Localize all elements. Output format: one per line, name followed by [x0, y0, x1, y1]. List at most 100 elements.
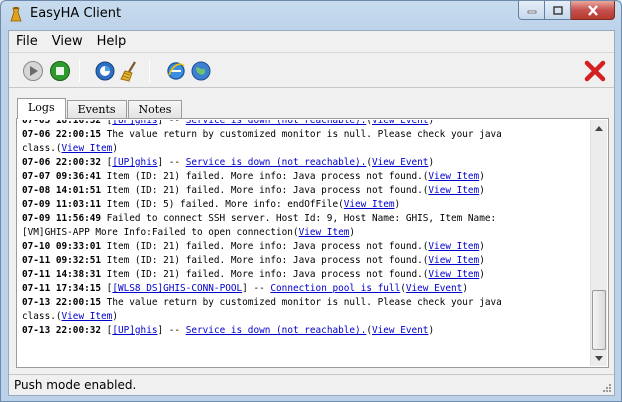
arrow-down-icon: [595, 355, 603, 361]
log-link[interactable]: View Event: [372, 157, 428, 168]
globe-icon: [191, 61, 211, 81]
app-logo-icon: [10, 7, 22, 22]
log-timestamp: 07-11 14:38:31: [22, 269, 102, 280]
log-text: ): [112, 143, 118, 154]
log-content: 07-03 18:16:32 [[UP]ghis] -- Service is …: [22, 120, 587, 338]
vertical-scrollbar[interactable]: [590, 120, 607, 366]
log-line: 07-11 14:38:31 Item (ID: 21) failed. Mor…: [22, 268, 587, 282]
log-timestamp: 07-09 11:56:49: [22, 213, 102, 224]
log-list: 07-03 18:16:32 [[UP]ghis] -- Service is …: [22, 120, 587, 360]
log-link[interactable]: View Item: [62, 143, 113, 154]
log-link[interactable]: View Item: [428, 185, 479, 196]
minimize-icon: [527, 10, 536, 14]
log-line: 07-09 11:56:49 Failed to connect SSH ser…: [22, 212, 587, 226]
scroll-up-button[interactable]: [591, 120, 607, 136]
tab-strip: Logs Events Notes: [17, 98, 183, 119]
scroll-down-button[interactable]: [591, 350, 607, 366]
log-link[interactable]: [UP]ghis: [112, 325, 157, 336]
exit-button[interactable]: [583, 59, 607, 83]
red-x-icon: [584, 60, 606, 82]
log-link[interactable]: Service is down (not reachable).: [186, 120, 367, 126]
window-controls: [518, 1, 615, 21]
minimize-button[interactable]: [518, 1, 545, 20]
log-link[interactable]: View Event: [372, 120, 428, 126]
start-button[interactable]: [21, 59, 45, 83]
stop-button[interactable]: [48, 59, 72, 83]
log-text: ] --: [157, 157, 186, 168]
log-text: ): [428, 157, 435, 168]
log-link[interactable]: Service is down (not reachable).: [186, 157, 367, 168]
log-timestamp: 07-10 09:33:01: [22, 241, 102, 252]
log-text: ): [394, 199, 401, 210]
toolbar-separator: [149, 60, 150, 82]
log-line: 07-11 17:34:15 [[WLS8 DS]GHIS-CONN-POOL]…: [22, 282, 587, 296]
menu-view[interactable]: View: [45, 31, 90, 52]
log-text: Item (ID: 5) failed. More info: endOfFil…: [101, 199, 344, 210]
log-line: class.(View Item): [22, 310, 587, 324]
log-line: 07-03 18:16:32 [[UP]ghis] -- Service is …: [22, 120, 587, 128]
log-link[interactable]: View Item: [62, 311, 113, 322]
log-link[interactable]: View Item: [428, 171, 479, 182]
log-link[interactable]: View Event: [372, 325, 428, 336]
window-title: EasyHA Client: [30, 6, 122, 21]
log-text: ): [428, 325, 435, 336]
log-text: [: [101, 283, 113, 294]
tab-events[interactable]: Events: [66, 100, 127, 119]
log-line: 07-11 09:32:51 Item (ID: 21) failed. Mor…: [22, 254, 587, 268]
menu-file[interactable]: File: [9, 31, 45, 52]
log-timestamp: 07-13 22:00:32: [22, 325, 102, 336]
arrow-up-icon: [595, 125, 603, 131]
status-text: Push mode enabled.: [14, 378, 137, 392]
maximize-icon: [552, 5, 563, 15]
log-timestamp: 07-13 22:00:15: [22, 297, 102, 308]
log-text: [: [101, 325, 113, 336]
tab-notes[interactable]: Notes: [127, 100, 183, 119]
log-link[interactable]: View Event: [406, 283, 462, 294]
log-text: ): [479, 241, 485, 252]
monitor-button[interactable]: [93, 59, 117, 83]
browser-button[interactable]: [164, 59, 188, 83]
scroll-thumb[interactable]: [592, 290, 606, 350]
log-text: ] --: [157, 325, 186, 336]
log-link[interactable]: View Item: [428, 241, 479, 252]
log-text: Item (ID: 21) failed. More info: Java pr…: [101, 241, 429, 252]
status-bar: Push mode enabled.: [9, 374, 614, 395]
close-button[interactable]: [571, 1, 615, 20]
log-link[interactable]: View Item: [299, 227, 350, 238]
close-icon: [587, 4, 598, 16]
title-bar[interactable]: EasyHA Client: [1, 1, 621, 29]
log-timestamp: 07-07 09:36:41: [22, 171, 102, 182]
maximize-button[interactable]: [545, 1, 571, 20]
log-link[interactable]: Connection pool is full: [270, 283, 400, 294]
log-text: ): [479, 171, 485, 182]
clear-button[interactable]: [118, 59, 142, 83]
play-icon: [23, 61, 43, 81]
log-line: 07-10 09:33:01 Item (ID: 21) failed. Mor…: [22, 240, 587, 254]
log-text: Failed to connect SSH server. Host Id: 9…: [101, 213, 497, 224]
log-link[interactable]: [WLS8 DS]GHIS-CONN-POOL: [112, 283, 242, 294]
log-text: ): [479, 269, 485, 280]
log-text: [VM]GHIS-APP More Info:Failed to open co…: [22, 227, 299, 238]
browser-icon: [167, 62, 185, 80]
log-link[interactable]: Service is down (not reachable).: [186, 325, 367, 336]
client-area: File View Help Logs Events Notes 07-03 1…: [8, 30, 615, 396]
log-link[interactable]: View Item: [428, 269, 479, 280]
log-link[interactable]: [UP]ghis: [112, 157, 157, 168]
log-link[interactable]: [UP]ghis: [112, 120, 157, 126]
log-text: ): [479, 185, 485, 196]
log-line: 07-09 11:03:11 Item (ID: 5) failed. More…: [22, 198, 587, 212]
log-link[interactable]: View Item: [428, 255, 479, 266]
tab-logs[interactable]: Logs: [17, 98, 66, 119]
log-text: The value return by customized monitor i…: [101, 297, 502, 308]
log-text: The value return by customized monitor i…: [101, 129, 502, 140]
broom-icon: [120, 61, 136, 82]
menu-help[interactable]: Help: [90, 31, 134, 52]
web-button[interactable]: [189, 59, 213, 83]
resize-grip-icon[interactable]: [602, 383, 612, 393]
log-line: class.(View Item): [22, 142, 587, 156]
log-link[interactable]: View Item: [344, 199, 395, 210]
log-text: class.(: [22, 143, 62, 154]
log-line: 07-06 22:00:32 [[UP]ghis] -- Service is …: [22, 156, 587, 170]
log-line: 07-08 14:01:51 Item (ID: 21) failed. Mor…: [22, 184, 587, 198]
app-window: EasyHA Client File View Help Logs Events…: [0, 0, 622, 402]
